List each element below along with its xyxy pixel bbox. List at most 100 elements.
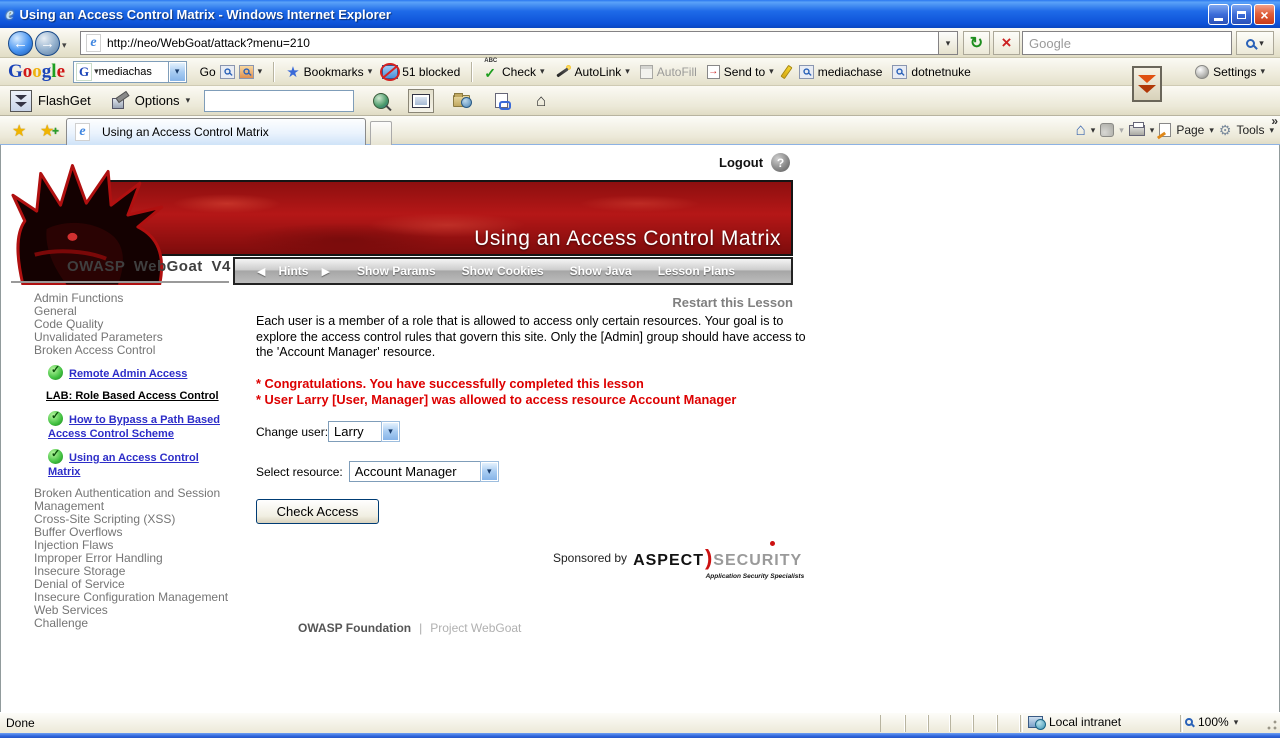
magnifier-icon: [803, 68, 810, 75]
highlight-button[interactable]: [780, 64, 793, 79]
feeds-dropdown[interactable]: ▾: [1119, 125, 1124, 136]
sidebar-item[interactable]: Remote Admin Access: [48, 364, 230, 381]
go-dropdown[interactable]: ▾: [258, 66, 263, 77]
address-dropdown-button[interactable]: ▾: [938, 32, 957, 54]
send-to-dropdown[interactable]: ▾: [769, 66, 774, 77]
sponsor-dot-icon: [770, 541, 776, 546]
search-options-dropdown[interactable]: ▾: [1259, 38, 1264, 49]
menu-item[interactable]: Show Cookies: [462, 264, 544, 278]
restore-icon: [1237, 10, 1246, 19]
menu-item[interactable]: Show Java: [570, 264, 632, 278]
print-dropdown[interactable]: ▾: [1150, 125, 1155, 136]
autofill-button[interactable]: AutoFill: [639, 64, 697, 79]
site-explorer-button[interactable]: [448, 89, 474, 113]
page-menu-button[interactable]: Page: [1176, 123, 1204, 137]
stop-button[interactable]: ×: [993, 31, 1020, 55]
flashget-label[interactable]: FlashGet: [38, 93, 91, 108]
popup-blocker-button[interactable]: 51 blocked: [380, 62, 461, 81]
send-to-button[interactable]: → Send to ▾: [706, 64, 774, 79]
search-dotnetnuke-button[interactable]: dotnetnuke: [892, 64, 971, 79]
title-bar[interactable]: e Using an Access Control Matrix - Windo…: [0, 0, 1280, 28]
forward-button[interactable]: →: [35, 31, 60, 56]
go-button[interactable]: Go ▾: [200, 64, 263, 79]
search-images-icon[interactable]: [238, 64, 254, 79]
settings-dropdown[interactable]: ▾: [1260, 66, 1265, 77]
menu-item[interactable]: Show Params: [357, 264, 436, 278]
flashget-search-input[interactable]: [204, 89, 355, 112]
address-field[interactable]: e http://neo/WebGoat/attack?menu=210 ▾: [80, 31, 958, 55]
sidebar-item[interactable]: Using an Access Control Matrix: [48, 448, 230, 479]
owasp-foundation-link[interactable]: OWASP Foundation: [298, 621, 411, 635]
resource-select-arrow-icon[interactable]: ▾: [479, 461, 499, 482]
print-button[interactable]: [1128, 121, 1145, 136]
tools-menu-button[interactable]: Tools: [1236, 123, 1264, 137]
feeds-button[interactable]: [1100, 123, 1115, 137]
flashget-logo-icon[interactable]: [10, 89, 32, 112]
minimize-button[interactable]: [1208, 4, 1229, 25]
monitor-capture-button[interactable]: [408, 88, 435, 113]
home-dropdown[interactable]: ▾: [1091, 125, 1096, 136]
user-select-arrow-icon[interactable]: ▾: [381, 421, 401, 442]
search-input[interactable]: [1023, 35, 1231, 51]
google-search-value[interactable]: mediachas: [99, 66, 169, 78]
sidebar-item[interactable]: Challenge: [34, 617, 230, 630]
sponsor-name-right: SECURITY: [713, 552, 803, 569]
autolink-dropdown[interactable]: ▾: [625, 66, 630, 77]
check-dropdown[interactable]: ▾: [540, 66, 545, 77]
sidebar-item[interactable]: Broken Access Control: [34, 344, 230, 357]
close-button[interactable]: ×: [1254, 4, 1275, 25]
options-label[interactable]: Options: [135, 93, 180, 108]
blocked-count-label: 51 blocked: [402, 64, 461, 79]
project-webgoat-link[interactable]: Project WebGoat: [430, 621, 521, 635]
resize-grip[interactable]: [1266, 719, 1278, 731]
bookmarks-button[interactable]: ★ Bookmarks ▾: [286, 63, 372, 81]
logout-area: Logout ?: [719, 153, 791, 172]
help-button[interactable]: ?: [771, 153, 791, 172]
new-tab-button[interactable]: [370, 121, 392, 145]
zoom-dropdown[interactable]: ▾: [1234, 717, 1239, 728]
menu-hints[interactable]: Hints: [278, 264, 308, 278]
restore-button[interactable]: [1231, 4, 1252, 25]
status-pane: [997, 715, 1020, 732]
sidebar-item[interactable]: LAB: Role Based Access Control: [46, 389, 242, 403]
more-commands-chevron[interactable]: »: [1271, 114, 1278, 128]
search-go-button[interactable]: ▾: [1236, 31, 1274, 55]
favorites-button[interactable]: ★: [12, 121, 26, 141]
user-select[interactable]: Larry ▾: [328, 421, 401, 442]
menu-item[interactable]: Lesson Plans: [658, 264, 735, 278]
web-search-button[interactable]: [368, 89, 394, 113]
autolink-button[interactable]: AutoLink ▾: [555, 64, 630, 79]
sidebar-item[interactable]: How to Bypass a Path Based Access Contro…: [48, 410, 230, 441]
flashget-home-button[interactable]: ⌂: [528, 89, 554, 113]
logout-button[interactable]: Logout: [719, 155, 763, 170]
google-search-combo[interactable]: G ▾ mediachas ▾: [73, 60, 187, 83]
toolbar-separator: [471, 61, 474, 82]
settings-button[interactable]: Settings ▾: [1195, 64, 1265, 79]
home-button[interactable]: ⌂: [1075, 120, 1085, 140]
refresh-button[interactable]: ↻: [963, 31, 990, 55]
combo-dropdown-button[interactable]: ▾: [167, 60, 187, 83]
zoom-control[interactable]: 100% ▾: [1185, 715, 1238, 729]
minimize-icon: [1214, 18, 1223, 21]
tab-active[interactable]: e Using an Access Control Matrix: [66, 118, 366, 145]
page-dropdown[interactable]: ▾: [1209, 125, 1214, 136]
bookmarks-dropdown[interactable]: ▾: [368, 66, 373, 77]
url-text[interactable]: http://neo/WebGoat/attack?menu=210: [107, 36, 938, 50]
resource-select[interactable]: Account Manager ▾: [348, 461, 499, 482]
search-site-icon[interactable]: [219, 64, 235, 79]
spellcheck-button[interactable]: ✓ Check ▾: [484, 58, 545, 82]
check-access-button[interactable]: Check Access: [256, 499, 379, 524]
hints-prev-icon[interactable]: ◀: [257, 265, 265, 278]
restart-lesson-link[interactable]: Restart this Lesson: [256, 295, 793, 310]
nav-history-dropdown[interactable]: ▾: [62, 40, 67, 51]
select-resource-row: Select resource: Account Manager ▾: [256, 461, 499, 482]
options-dropdown[interactable]: ▾: [186, 95, 191, 106]
hints-next-icon[interactable]: ▶: [321, 265, 329, 278]
flashget-drop-zone[interactable]: [1132, 66, 1162, 102]
download-page-button[interactable]: [488, 89, 514, 113]
check-label: Check: [502, 64, 537, 79]
sidebar-item[interactable]: Broken Authentication and Session Manage…: [34, 487, 230, 513]
search-mediachase-button[interactable]: mediachase: [798, 64, 882, 79]
browser-window: e Using an Access Control Matrix - Windo…: [0, 0, 1280, 738]
back-button[interactable]: ←: [8, 31, 33, 56]
